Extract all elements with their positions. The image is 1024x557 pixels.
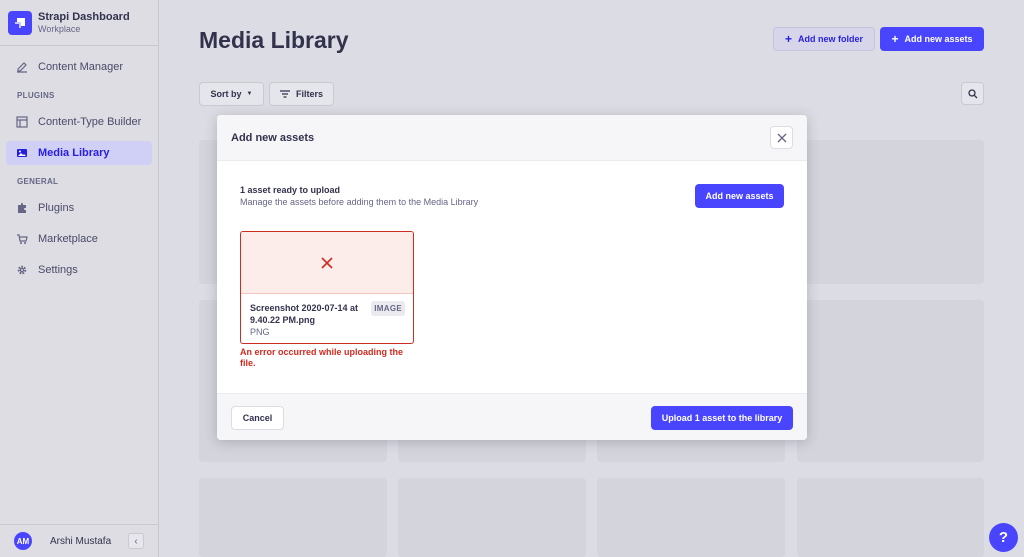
upload-ready-subtitle: Manage the assets before adding them to … <box>240 197 479 207</box>
sidebar-item-plugins[interactable]: Plugins <box>6 196 152 220</box>
sidebar-item-label: Content-Type Builder <box>38 116 142 128</box>
add-new-folder-button[interactable]: + Add new folder <box>773 27 875 51</box>
sidebar-item-media-library[interactable]: Media Library <box>6 141 152 165</box>
modal-footer: Cancel Upload 1 asset to the library <box>217 393 807 440</box>
upload-asset-card[interactable]: Screenshot 2020-07-14 at 9.40.22 PM.png … <box>240 231 414 344</box>
modal-body: 1 asset ready to upload Manage the asset… <box>217 161 807 393</box>
sort-by-button[interactable]: Sort by ▼ <box>199 82 264 106</box>
avatar: AM <box>14 532 32 550</box>
user-name: Arshi Mustafa <box>50 535 112 547</box>
asset-file-name: Screenshot 2020-07-14 at 9.40.22 PM.png <box>250 303 359 325</box>
sidebar-item-label: Settings <box>38 264 78 276</box>
error-cross-icon <box>321 256 333 269</box>
cancel-button[interactable]: Cancel <box>231 406 284 430</box>
add-new-assets-label: Add new assets <box>904 34 973 44</box>
user-profile[interactable]: AM Arshi Mustafa ‹ <box>0 524 158 557</box>
section-title-general: GENERAL <box>17 177 59 186</box>
asset-type-badge: IMAGE <box>371 301 405 316</box>
add-new-folder-label: Add new folder <box>798 34 863 44</box>
modal-title: Add new assets <box>231 131 315 144</box>
add-assets-modal: Add new assets 1 asset ready to upload M… <box>217 115 807 440</box>
brand-title: Strapi Dashboard <box>38 10 130 23</box>
sidebar-item-label: Media Library <box>38 147 110 159</box>
brand[interactable]: Strapi Dashboard Workplace <box>0 0 158 46</box>
modal-header: Add new assets <box>217 115 807 161</box>
image-icon <box>17 149 27 157</box>
gear-icon <box>17 265 27 275</box>
sidebar-item-label: Plugins <box>38 202 75 214</box>
sort-by-label: Sort by <box>210 89 242 99</box>
page-title: Media Library <box>199 27 349 53</box>
upload-error-message: An error occurred while uploading the fi… <box>240 347 404 368</box>
plus-icon: + <box>784 32 792 46</box>
filter-icon <box>279 90 290 98</box>
filters-button[interactable]: Filters <box>269 82 334 106</box>
asset-card-placeholder <box>199 478 387 557</box>
asset-card-placeholder <box>797 478 984 557</box>
layout-icon <box>16 116 28 128</box>
upload-assets-button[interactable]: Upload 1 asset to the library <box>651 406 793 430</box>
sidebar-item-label: Marketplace <box>38 233 98 245</box>
sidebar: Strapi Dashboard Workplace Content Manag… <box>0 0 159 557</box>
asset-card-placeholder <box>797 140 984 284</box>
modal-add-new-assets-button[interactable]: Add new assets <box>695 184 784 208</box>
sidebar-item-label: Content Manager <box>38 61 123 73</box>
asset-info: Screenshot 2020-07-14 at 9.40.22 PM.png … <box>241 294 413 343</box>
close-modal-button[interactable] <box>770 126 793 149</box>
pencil-icon <box>17 62 27 73</box>
asset-card-placeholder <box>398 478 586 557</box>
asset-preview <box>241 232 413 294</box>
sidebar-item-content-type-builder[interactable]: Content-Type Builder <box>6 110 152 134</box>
help-button[interactable]: ? <box>989 523 1018 552</box>
collapse-sidebar-button[interactable]: ‹ <box>128 533 144 549</box>
brand-subtitle: Workplace <box>38 23 81 34</box>
search-button[interactable] <box>961 82 984 105</box>
caret-down-icon: ▼ <box>246 91 253 97</box>
cancel-label: Cancel <box>242 413 273 423</box>
section-title-plugins: PLUGINS <box>17 91 55 100</box>
strapi-logo-icon <box>8 10 32 35</box>
sidebar-item-settings[interactable]: Settings <box>6 258 152 282</box>
upload-assets-label: Upload 1 asset to the library <box>661 413 783 423</box>
close-icon <box>777 133 786 142</box>
upload-ready-title: 1 asset ready to upload <box>240 185 341 195</box>
add-new-assets-button[interactable]: + Add new assets <box>880 27 984 51</box>
filters-label: Filters <box>295 89 323 99</box>
modal-add-new-assets-label: Add new assets <box>705 191 774 201</box>
plus-icon: + <box>891 32 899 46</box>
sidebar-item-marketplace[interactable]: Marketplace <box>6 227 152 251</box>
cart-icon <box>17 234 28 244</box>
asset-card-placeholder <box>597 478 785 557</box>
search-icon <box>967 88 977 98</box>
asset-file-extension: PNG <box>250 327 270 337</box>
asset-card-placeholder <box>797 300 984 462</box>
sidebar-item-content-manager[interactable]: Content Manager <box>6 55 152 79</box>
puzzle-icon <box>18 203 26 213</box>
